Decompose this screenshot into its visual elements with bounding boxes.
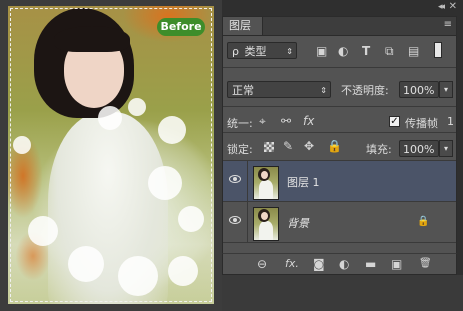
propagate-frame-checkbox[interactable]: ✓ (389, 116, 400, 127)
unify-position-icon[interactable]: ⌖ (259, 114, 266, 128)
layer-row-layer1[interactable]: 图层 1 (223, 161, 456, 202)
layer-thumbnail (253, 207, 279, 241)
adjustment-filter-icon[interactable]: ◐ (338, 44, 348, 58)
type-filter-icon[interactable]: T (362, 44, 370, 58)
lock-position-icon[interactable]: ✥ (304, 139, 314, 153)
filter-toggle-switch[interactable] (434, 42, 442, 58)
visibility-eye-icon[interactable] (229, 175, 241, 183)
lock-all-icon[interactable]: 🔒 (327, 139, 342, 153)
tab-layers[interactable]: 图层 (223, 17, 263, 35)
blend-row: 正常 ⇕ 不透明度: 100% ▾ (223, 69, 456, 98)
unify-visibility-icon[interactable]: ⚯ (281, 114, 291, 128)
propagate-frame-label: 传播帧 (405, 117, 438, 130)
layer-name[interactable]: 背景 (287, 215, 309, 231)
layer-thumbnail (253, 166, 279, 200)
layer-row-background[interactable]: 背景 🔒 (223, 202, 456, 243)
image-filter-icon[interactable]: ▣ (316, 44, 327, 58)
opacity-label: 不透明度: (341, 84, 389, 97)
link-layers-icon[interactable]: ⊖ (257, 257, 267, 271)
filter-row: ρ 类型 ⇕ ▣ ◐ T ⧉ ▤ (223, 36, 456, 66)
panel-scrollbar[interactable] (457, 16, 463, 275)
unify-style-icon[interactable]: fx (303, 114, 314, 128)
blend-mode-select[interactable]: 正常 ⇕ (227, 81, 331, 98)
opacity-input[interactable]: 100% (399, 81, 439, 98)
visibility-eye-icon[interactable] (229, 216, 241, 224)
filter-kind-select[interactable]: ρ 类型 ⇕ (227, 42, 297, 59)
collapse-icon[interactable]: ◂◂ (438, 2, 445, 12)
layers-bottom-toolbar: ⊖ fx. ◙ ◐ ▬ ▣ 🗑 (222, 253, 457, 275)
close-icon[interactable]: ✕ (449, 1, 457, 12)
layer-name[interactable]: 图层 1 (287, 174, 320, 190)
shape-filter-icon[interactable]: ⧉ (385, 44, 394, 58)
add-mask-icon[interactable]: ◙ (313, 257, 325, 271)
fx-icon[interactable]: fx. (285, 257, 299, 271)
fill-label: 填充: (366, 143, 392, 156)
lock-pixels-icon[interactable]: ✎ (283, 139, 293, 153)
propagate-frame-value: 1 (447, 115, 454, 128)
chevron-updown-icon: ⇕ (320, 86, 327, 95)
panel-menu-icon[interactable]: ≡ (444, 20, 452, 30)
panel-dock-header: ◂◂ ✕ (222, 0, 463, 16)
new-group-folder-icon[interactable]: ▬ (365, 257, 376, 271)
lock-row: 锁定: ✎ ✥ 🔒 填充: 100% ▾ (223, 134, 456, 160)
fill-input[interactable]: 100% (399, 140, 439, 157)
search-icon: ρ (232, 45, 239, 58)
before-badge: Before (157, 18, 205, 36)
panel-tab-bar: 图层 ≡ (223, 17, 456, 36)
opacity-dropdown-icon[interactable]: ▾ (439, 81, 453, 98)
blend-mode-value: 正常 (232, 84, 254, 97)
lock-label: 锁定: (227, 143, 253, 156)
document-canvas[interactable]: Before (0, 0, 222, 311)
workspace-background (222, 275, 463, 311)
lock-transparency-icon[interactable] (264, 142, 274, 152)
smart-object-filter-icon[interactable]: ▤ (408, 44, 419, 58)
filter-kind-label: 类型 (244, 45, 267, 58)
unify-row: 统一: ⌖ ⚯ fx ✓ 传播帧 1 (223, 109, 456, 131)
layer-lock-icon: 🔒 (417, 216, 430, 227)
layers-panel: 图层 ≡ ρ 类型 ⇕ ▣ ◐ T ⧉ ▤ 正常 ⇕ 不透明度: 100% ▾ … (222, 16, 457, 275)
new-layer-icon[interactable]: ▣ (391, 257, 402, 271)
chevron-updown-icon: ⇕ (286, 47, 293, 56)
fill-dropdown-icon[interactable]: ▾ (439, 140, 453, 157)
delete-layer-icon[interactable]: 🗑 (419, 257, 432, 271)
unify-label: 统一: (227, 117, 253, 130)
new-adjustment-icon[interactable]: ◐ (339, 257, 349, 271)
selection-marquee (10, 8, 212, 302)
